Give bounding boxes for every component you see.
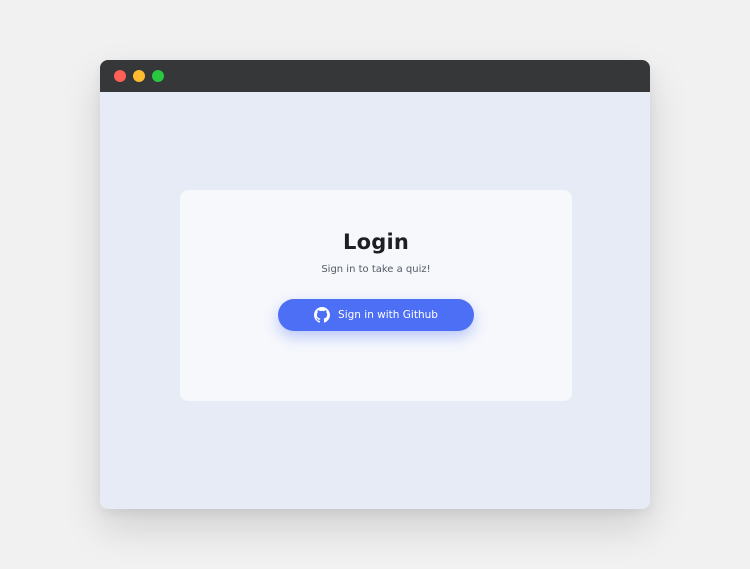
window-titlebar <box>100 60 650 92</box>
window-minimize-button[interactable] <box>133 70 145 82</box>
window-zoom-button[interactable] <box>152 70 164 82</box>
page-content: Login Sign in to take a quiz! Sign in wi… <box>100 92 650 509</box>
window-close-button[interactable] <box>114 70 126 82</box>
login-subtitle: Sign in to take a quiz! <box>321 264 431 275</box>
github-signin-button[interactable]: Sign in with Github <box>278 299 474 331</box>
browser-window: Login Sign in to take a quiz! Sign in wi… <box>100 60 650 509</box>
github-icon <box>314 307 331 323</box>
page-title: Login <box>343 230 409 254</box>
login-card: Login Sign in to take a quiz! Sign in wi… <box>180 190 572 401</box>
github-signin-label: Sign in with Github <box>338 309 438 321</box>
